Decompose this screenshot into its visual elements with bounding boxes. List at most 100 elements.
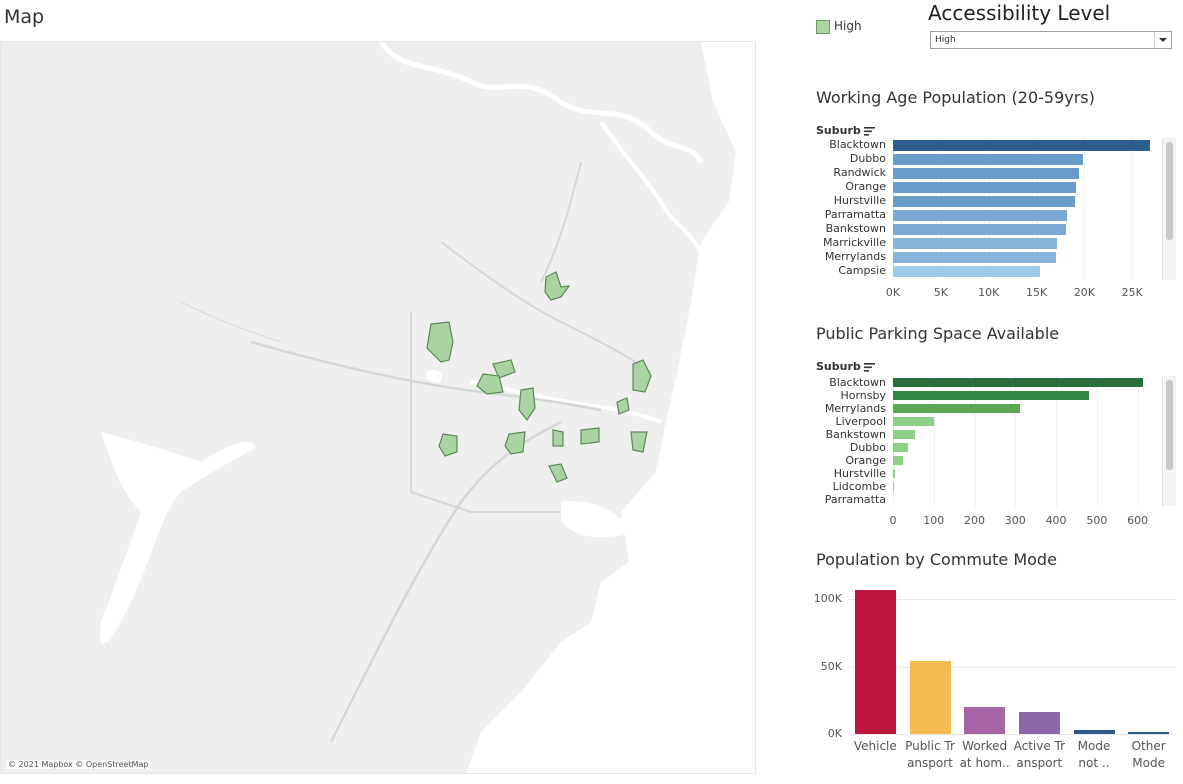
working-age-bar[interactable] xyxy=(893,223,1067,235)
parking-bar[interactable] xyxy=(893,469,896,478)
working-age-row-label[interactable]: Marrickville xyxy=(816,236,886,250)
parking-axis-header[interactable]: Suburb xyxy=(816,360,875,373)
parking-bar[interactable] xyxy=(893,391,1089,400)
parking-axis-label: Suburb xyxy=(816,360,861,373)
parking-bar[interactable] xyxy=(893,456,904,465)
commute-category-label: Vehicle xyxy=(846,738,905,755)
commute-category-line: ansport xyxy=(1016,756,1063,770)
commute-bar[interactable] xyxy=(854,590,896,734)
commute-category-line: at hom.. xyxy=(959,756,1010,770)
sort-icon[interactable] xyxy=(863,362,875,372)
map-credit: © 2021 Mapbox © OpenStreetMap xyxy=(6,760,151,769)
working-age-row-label[interactable]: Randwick xyxy=(816,166,886,180)
commute-bar[interactable] xyxy=(964,707,1006,734)
parking-gridline xyxy=(1137,376,1139,506)
working-age-tick-label: 0K xyxy=(885,286,901,299)
parking-tick-label: 200 xyxy=(964,514,986,527)
parking-scrollbar[interactable] xyxy=(1162,376,1176,506)
parking-row-label[interactable]: Lidcombe xyxy=(816,480,886,493)
working-age-row-label[interactable]: Hurstville xyxy=(816,194,886,208)
working-age-bar[interactable] xyxy=(893,237,1057,249)
map-canvas[interactable] xyxy=(1,42,756,774)
working-age-gridline xyxy=(1084,138,1086,278)
working-age-gridline xyxy=(1132,138,1134,278)
parking-bar[interactable] xyxy=(893,417,934,426)
legend-swatch xyxy=(816,20,830,34)
working-age-scrollbar[interactable] xyxy=(1162,138,1176,280)
accessibility-select[interactable]: High xyxy=(930,31,1172,49)
working-age-chart: 0K 5K 10K 15K 20K 25K Blacktown Dubbo Randwick Or… xyxy=(816,138,1166,308)
commute-category-line: Public Tr xyxy=(905,739,955,753)
parking-row-label[interactable]: Hornsby xyxy=(816,389,886,402)
parking-row-label[interactable]: Orange xyxy=(816,454,886,467)
parking-scroll-thumb[interactable] xyxy=(1166,380,1173,470)
map-title: Map xyxy=(4,6,45,28)
commute-category-label: Public Tr ansport xyxy=(901,738,960,772)
commute-category-line: Mode xyxy=(1132,756,1165,770)
parking-row-label[interactable]: Bankstown xyxy=(816,428,886,441)
parking-bar[interactable] xyxy=(893,404,1021,413)
parking-tick-label: 100 xyxy=(923,514,945,527)
parking-bar[interactable] xyxy=(893,378,1143,387)
commute-bar[interactable] xyxy=(1073,729,1115,734)
commute-category-line: Other xyxy=(1131,739,1166,753)
working-age-row-label[interactable]: Bankstown xyxy=(816,222,886,236)
parking-tick-label: 500 xyxy=(1086,514,1108,527)
commute-category-label: Other Mode xyxy=(1119,738,1178,772)
working-age-row-label[interactable]: Dubbo xyxy=(816,152,886,166)
commute-gridline xyxy=(848,599,1176,601)
parking-row-label[interactable]: Dubbo xyxy=(816,441,886,454)
working-age-row-label[interactable]: Blacktown xyxy=(816,138,886,152)
sort-icon[interactable] xyxy=(863,126,875,136)
commute-gridline xyxy=(848,666,1176,668)
parking-gridline xyxy=(1096,376,1098,506)
working-age-title: Working Age Population (20-59yrs) xyxy=(816,88,1095,107)
parking-bar[interactable] xyxy=(893,482,895,491)
working-age-row-label[interactable]: Parramatta xyxy=(816,208,886,222)
parking-chart: 0 100 200 300 400 500 600 Blacktown Hornsby Merry… xyxy=(816,376,1166,536)
working-age-row-label[interactable]: Merrylands xyxy=(816,250,886,264)
working-age-bar[interactable] xyxy=(893,265,1041,277)
working-age-bar[interactable] xyxy=(893,153,1084,165)
commute-bar[interactable] xyxy=(909,661,951,734)
accessibility-title: Accessibility Level xyxy=(928,1,1111,25)
working-age-row-label[interactable]: Campsie xyxy=(816,264,886,278)
parking-row-label[interactable]: Parramatta xyxy=(816,493,886,506)
commute-tick-label: 50K xyxy=(820,659,842,673)
commute-chart: 0K 50K 100K Vehicle Public Tr ansport Worked at… xyxy=(812,580,1178,780)
working-age-axis-label: Suburb xyxy=(816,124,861,137)
suburb-hurstville xyxy=(552,429,564,447)
working-age-tick-label: 15K xyxy=(1025,286,1048,299)
parking-row-label[interactable]: Hurstville xyxy=(816,467,886,480)
map-view[interactable] xyxy=(0,41,756,774)
working-age-bar[interactable] xyxy=(893,181,1076,193)
commute-category-line: not .. xyxy=(1078,756,1110,770)
chevron-down-icon[interactable] xyxy=(1154,32,1171,48)
parking-row-label[interactable]: Blacktown xyxy=(816,376,886,389)
commute-bar[interactable] xyxy=(1018,712,1060,734)
working-age-scroll-thumb[interactable] xyxy=(1166,142,1173,240)
commute-category-line: Active Tr xyxy=(1013,739,1066,753)
suburb-marrickville xyxy=(580,427,600,445)
working-age-bar[interactable] xyxy=(893,251,1056,263)
working-age-tick-label: 25K xyxy=(1121,286,1143,299)
parking-tick-label: 600 xyxy=(1127,514,1149,527)
legend-label: High xyxy=(834,19,862,33)
working-age-bar[interactable] xyxy=(893,209,1068,221)
parking-row-label[interactable]: Liverpool xyxy=(816,415,886,428)
parking-bar[interactable] xyxy=(893,443,909,452)
working-age-axis-header[interactable]: Suburb xyxy=(816,124,875,137)
commute-bar[interactable] xyxy=(1128,731,1170,734)
working-age-bar[interactable] xyxy=(893,167,1079,179)
commute-category-label: Active Tr ansport xyxy=(1010,738,1069,772)
working-age-row-label[interactable]: Orange xyxy=(816,180,886,194)
parking-row-label[interactable]: Merrylands xyxy=(816,402,886,415)
commute-category-label: Worked at hom.. xyxy=(955,738,1014,772)
parking-title: Public Parking Space Available xyxy=(816,324,1060,343)
suburb-bankstown xyxy=(504,431,526,455)
commute-title: Population by Commute Mode xyxy=(816,550,1057,569)
working-age-bar[interactable] xyxy=(893,139,1150,151)
commute-category-line: Vehicle xyxy=(853,739,897,753)
working-age-bar[interactable] xyxy=(893,195,1075,207)
parking-bar[interactable] xyxy=(893,430,916,439)
